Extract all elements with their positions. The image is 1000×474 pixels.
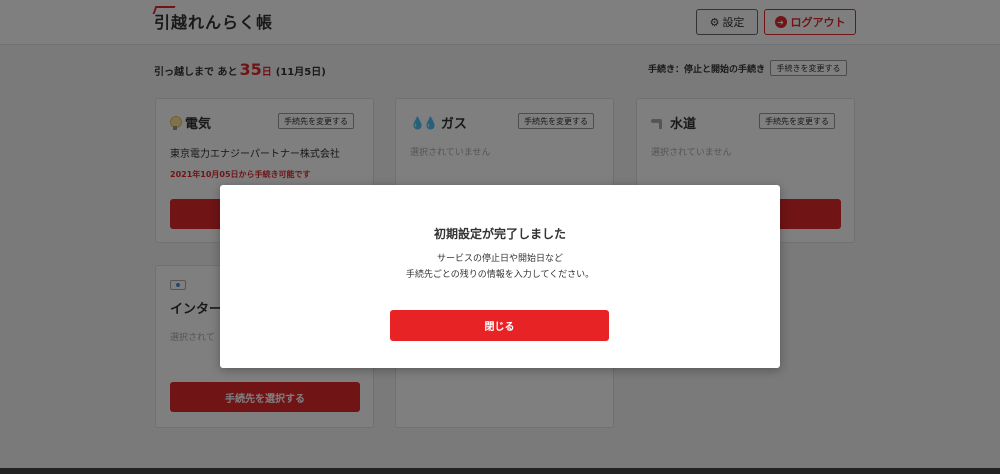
dialog-message-line-2: 手続先ごとの残りの情報を入力してください。	[405, 270, 595, 280]
dialog-message-line-1: サービスの停止日や開始日など	[436, 254, 563, 264]
setup-complete-dialog: 初期設定が完了しました サービスの停止日や開始日など 手続先ごとの残りの情報を入…	[220, 185, 780, 368]
close-button[interactable]: 閉じる	[390, 310, 609, 341]
dialog-title: 初期設定が完了しました	[433, 227, 566, 241]
bottom-bar	[0, 468, 1000, 474]
